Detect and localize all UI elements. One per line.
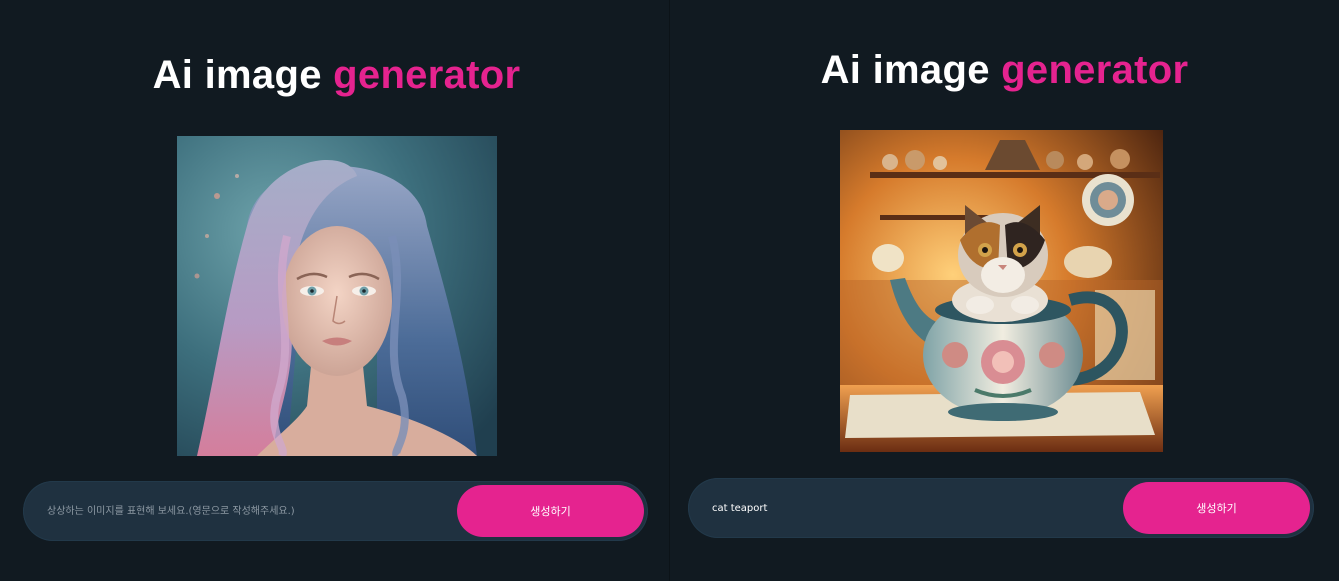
generate-button[interactable]: 생성하기 xyxy=(1123,482,1310,534)
prompt-bar: 생성하기 xyxy=(23,481,648,541)
page-title: Ai image generator xyxy=(670,47,1339,93)
title-main: Ai image xyxy=(152,53,334,97)
generate-button[interactable]: 생성하기 xyxy=(457,485,644,537)
prompt-input[interactable] xyxy=(712,496,1112,520)
generated-image xyxy=(177,136,497,456)
portrait-image xyxy=(177,136,497,456)
title-accent: generator xyxy=(333,53,521,97)
generator-panel-right: Ai image generator cat teaport 생성하기 xyxy=(670,0,1339,581)
page-title: Ai image generator xyxy=(2,52,671,98)
prompt-bar: 생성하기 xyxy=(688,478,1314,538)
generated-image xyxy=(840,130,1163,452)
prompt-input[interactable] xyxy=(47,499,447,523)
title-main: Ai image xyxy=(820,48,1002,92)
cat-teapot-image xyxy=(840,130,1163,452)
title-accent: generator xyxy=(1001,48,1189,92)
generator-panel-left: Ai image generator 상상하는 이미지를 표현해 보세요.(영문… xyxy=(0,0,669,581)
